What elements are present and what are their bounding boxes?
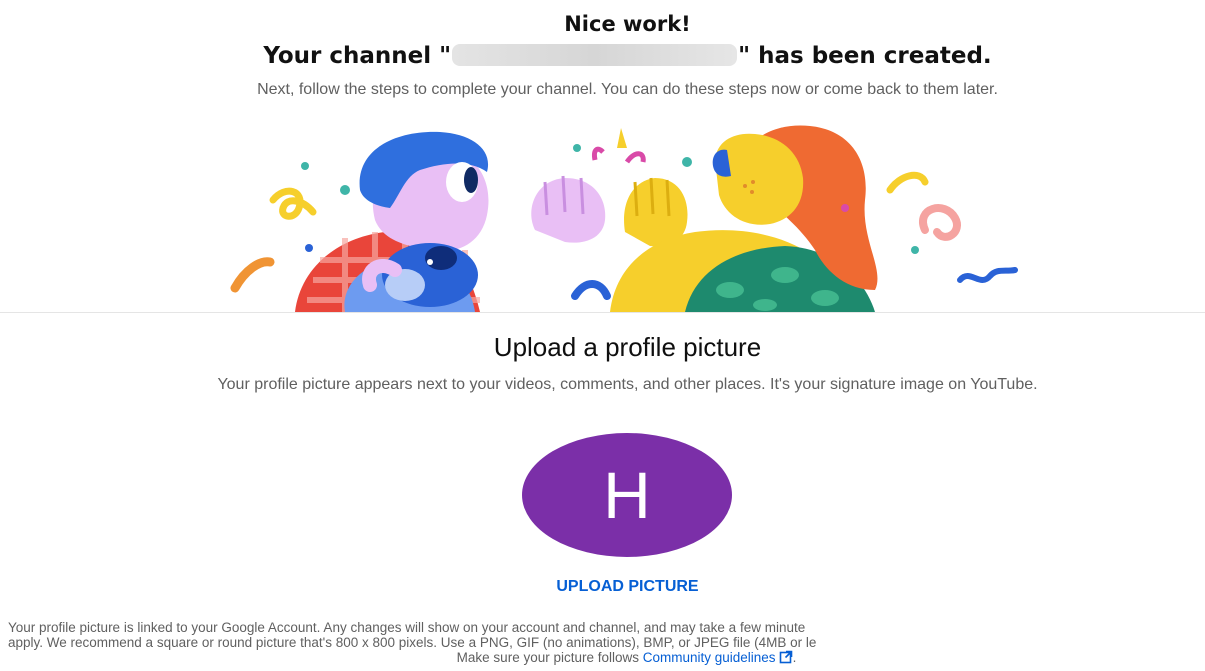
section-divider bbox=[0, 312, 1205, 313]
channel-suffix: " has been created. bbox=[738, 43, 992, 69]
heading: Nice work! bbox=[564, 12, 691, 36]
redacted-channel-name bbox=[452, 44, 738, 66]
profile-picture-notice: Your profile picture is linked to your G… bbox=[8, 620, 1205, 665]
celebration-illustration bbox=[230, 125, 1018, 312]
upload-picture-button[interactable]: UPLOAD PICTURE bbox=[556, 578, 698, 595]
external-link-icon[interactable] bbox=[779, 650, 793, 664]
notice-line-3-prefix: Make sure your picture follows bbox=[456, 650, 643, 665]
community-guidelines-link[interactable]: Community guidelines bbox=[643, 650, 776, 665]
upload-picture-container: UPLOAD PICTURE bbox=[0, 578, 1205, 596]
upload-section-description: Your profile picture appears next to you… bbox=[217, 376, 1038, 393]
notice-line-2: apply. We recommend a square or round pi… bbox=[8, 635, 817, 650]
notice-line-1: Your profile picture is linked to your G… bbox=[8, 620, 806, 635]
avatar: H bbox=[522, 433, 732, 557]
channel-created-title: Your channel " " has been created. bbox=[0, 43, 1205, 69]
channel-prefix: Your channel " bbox=[263, 43, 452, 69]
upload-section-title: Upload a profile picture bbox=[493, 332, 762, 362]
notice-line-3-suffix: . bbox=[792, 650, 797, 665]
notice-line-3: Make sure your picture follows Community… bbox=[8, 650, 1205, 665]
avatar-letter: H bbox=[603, 458, 651, 532]
subtitle: Next, follow the steps to complete your … bbox=[257, 81, 998, 98]
